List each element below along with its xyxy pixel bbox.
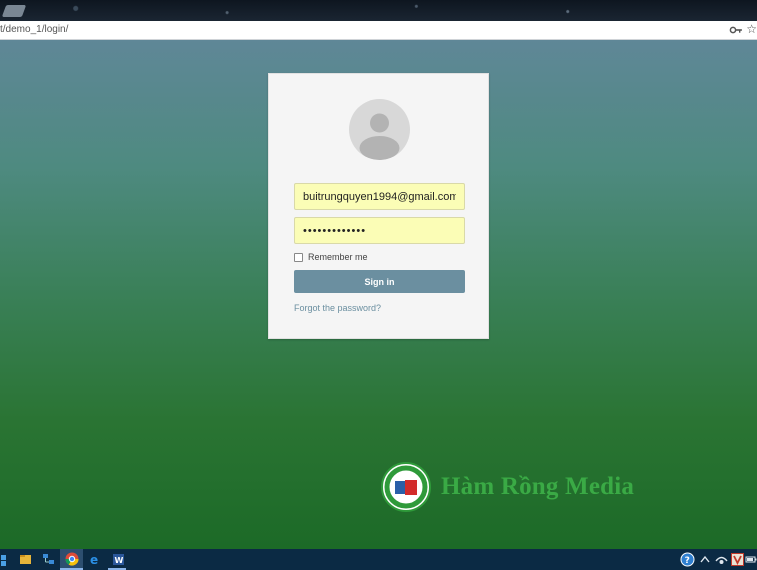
network-tray-icon[interactable]: [714, 552, 729, 567]
ham-rong-logo-icon: [381, 462, 431, 512]
antivirus-icon[interactable]: [731, 552, 744, 567]
svg-text:e: e: [90, 553, 98, 567]
taskbar: e W ?: [0, 549, 757, 570]
remember-label: Remember me: [308, 252, 368, 262]
remember-checkbox[interactable]: [294, 252, 303, 262]
password-field[interactable]: [294, 217, 465, 244]
email-field[interactable]: [294, 183, 465, 210]
star-icon[interactable]: ☆: [746, 22, 757, 36]
network-icon[interactable]: [41, 552, 56, 567]
browser-tab-strip: [0, 0, 757, 21]
user-avatar-icon: [349, 99, 410, 160]
address-bar[interactable]: t/demo_1/login/ ☆: [0, 21, 757, 40]
key-icon[interactable]: [729, 23, 743, 37]
watermark-text: Hàm Rồng Media: [441, 473, 635, 500]
url-text[interactable]: t/demo_1/login/: [0, 24, 68, 35]
watermark: Hàm Rồng Media: [381, 462, 634, 512]
sign-in-button[interactable]: Sign in: [294, 270, 465, 293]
chrome-icon: [65, 552, 79, 566]
chrome-taskbar-button[interactable]: [60, 549, 83, 570]
svg-text:W: W: [115, 556, 124, 565]
chevron-up-icon[interactable]: [699, 552, 711, 567]
remember-me[interactable]: Remember me: [294, 252, 368, 262]
word-icon[interactable]: W: [111, 552, 126, 567]
windows-start-icon[interactable]: [0, 552, 15, 567]
edge-icon[interactable]: e: [88, 552, 103, 567]
battery-icon[interactable]: [745, 552, 757, 567]
browser-tab[interactable]: [1, 5, 27, 17]
svg-text:?: ?: [685, 556, 690, 566]
forgot-password-link[interactable]: Forgot the password?: [294, 303, 381, 313]
help-icon[interactable]: ?: [680, 552, 695, 567]
login-card: Remember me Sign in Forgot the password?: [268, 73, 489, 339]
file-explorer-icon[interactable]: [18, 552, 33, 567]
